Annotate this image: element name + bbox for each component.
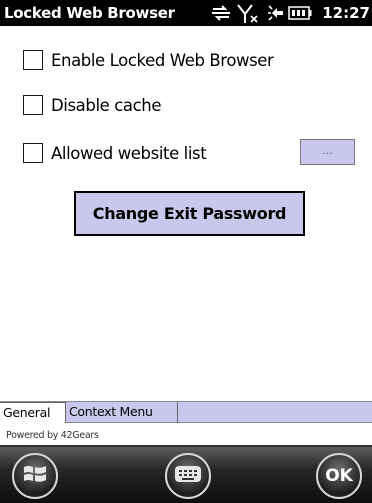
keyboard-icon <box>174 465 202 487</box>
ok-label: OK <box>325 466 353 486</box>
enable-locked-browser-label: Enable Locked Web Browser <box>51 50 274 70</box>
disable-cache-checkbox[interactable] <box>23 95 43 115</box>
disable-cache-label: Disable cache <box>51 95 162 115</box>
website-list-browse-button[interactable]: ... <box>300 139 355 165</box>
tab-general[interactable]: General <box>0 402 66 423</box>
allowed-website-list-checkbox[interactable] <box>23 143 43 163</box>
allowed-website-list-option[interactable]: Allowed website list <box>23 141 207 165</box>
ok-button[interactable]: OK <box>316 453 362 499</box>
powered-by-label: Powered by 42Gears <box>6 430 99 441</box>
allowed-website-list-label: Allowed website list <box>51 143 207 163</box>
disable-cache-option[interactable]: Disable cache <box>23 93 162 117</box>
status-clock: 12:27 <box>322 4 370 22</box>
start-button[interactable] <box>12 453 58 499</box>
tab-bar: General Context Menu <box>0 401 372 423</box>
keyboard-button[interactable] <box>165 453 211 499</box>
enable-locked-browser-option[interactable]: Enable Locked Web Browser <box>23 48 274 72</box>
tab-context-menu[interactable]: Context Menu <box>66 402 178 423</box>
title-bar: Locked Web Browser 12:27 <box>0 0 372 26</box>
enable-locked-browser-checkbox[interactable] <box>23 50 43 70</box>
battery-icon <box>288 6 312 24</box>
windows-logo-icon <box>22 462 48 490</box>
volume-icon <box>264 3 286 27</box>
softkey-bar: OK <box>0 447 372 503</box>
settings-panel: Enable Locked Web Browser Disable cache … <box>0 26 372 401</box>
app-title: Locked Web Browser <box>4 4 175 22</box>
change-exit-password-button[interactable]: Change Exit Password <box>74 191 305 236</box>
data-sync-icon <box>210 3 232 27</box>
